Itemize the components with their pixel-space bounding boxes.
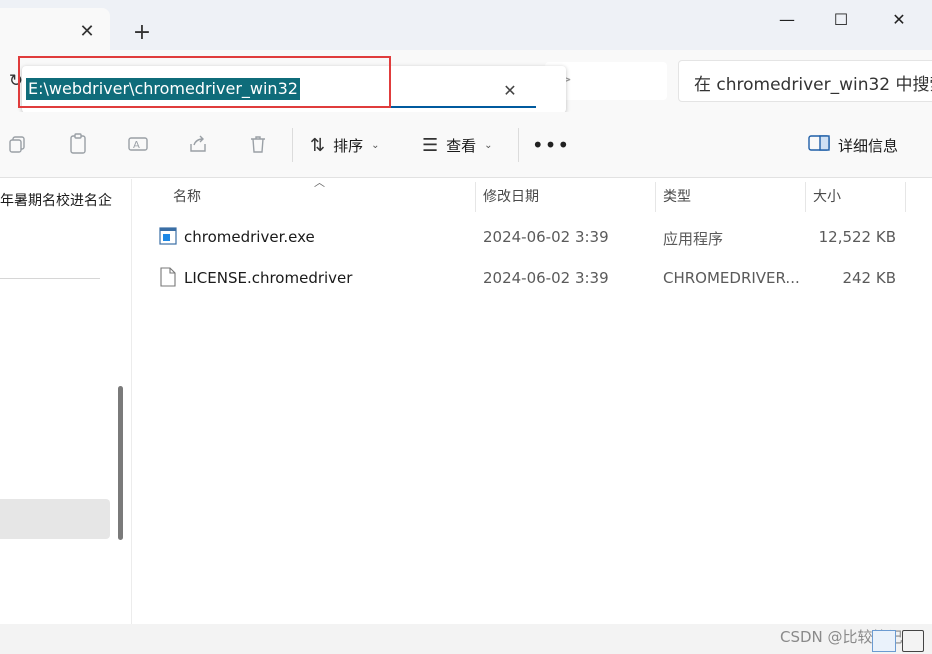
paste-icon[interactable] <box>66 132 90 156</box>
file-modified: 2024-06-02 3:39 <box>483 228 609 246</box>
file-name[interactable]: chromedriver.exe <box>184 228 315 246</box>
close-window-button[interactable]: ✕ <box>876 4 922 34</box>
column-separator[interactable] <box>805 182 806 212</box>
svg-text:A: A <box>133 140 140 151</box>
details-pane-icon <box>808 135 830 155</box>
rename-icon[interactable]: A <box>126 132 150 156</box>
pane-divider[interactable] <box>131 179 132 624</box>
document-icon <box>160 267 178 287</box>
column-header-type[interactable]: 类型 <box>663 186 691 206</box>
exe-icon <box>159 227 177 247</box>
nav-item-selected[interactable] <box>0 499 110 539</box>
details-view-toggle-icon[interactable] <box>872 630 896 652</box>
more-options-button[interactable]: ••• <box>532 132 569 158</box>
sort-indicator-icon: ︿ <box>314 176 325 189</box>
view-button[interactable]: ☰ 查看 ⌄ <box>422 132 493 158</box>
sort-icon: ⇅ <box>310 134 326 156</box>
nav-divider <box>0 278 100 279</box>
column-separator[interactable] <box>905 182 906 212</box>
column-separator[interactable] <box>655 182 656 212</box>
chevron-down-icon: ⌄ <box>484 139 493 151</box>
column-separator[interactable] <box>475 182 476 212</box>
address-input[interactable]: E:\webdriver\chromedriver_win32 <box>26 78 300 100</box>
file-type: 应用程序 <box>663 230 724 248</box>
toolbar-separator <box>518 128 519 162</box>
navigation-pane <box>0 179 131 624</box>
column-header-name[interactable]: 名称 <box>173 186 201 206</box>
tiles-view-toggle-icon[interactable] <box>902 630 924 652</box>
address-focus-underline <box>22 106 536 108</box>
minimize-button[interactable]: — <box>764 4 810 34</box>
file-name[interactable]: LICENSE.chromedriver <box>184 269 352 287</box>
tab-close-icon[interactable]: ✕ <box>74 18 100 44</box>
clear-address-icon[interactable]: ✕ <box>498 78 522 102</box>
delete-icon[interactable] <box>246 132 270 156</box>
maximize-button[interactable]: ☐ <box>818 4 864 34</box>
file-type: CHROMEDRIVER... <box>663 269 799 287</box>
nav-scrollbar[interactable] <box>118 386 123 540</box>
column-header-modified[interactable]: 修改日期 <box>483 186 539 206</box>
sort-label: 排序 <box>333 136 364 155</box>
nav-item[interactable]: 年暑期名校进名企 <box>0 190 118 210</box>
view-icon: ☰ <box>422 134 439 156</box>
file-modified: 2024-06-02 3:39 <box>483 269 609 287</box>
sort-button[interactable]: ⇅ 排序 ⌄ <box>310 132 380 158</box>
search-placeholder: 在 chromedriver_win32 中搜索 <box>694 75 932 95</box>
copy-icon[interactable] <box>6 132 30 156</box>
details-pane-label: 详细信息 <box>838 136 899 155</box>
file-size: 242 KB <box>842 269 896 287</box>
details-pane-button[interactable]: 详细信息 <box>808 132 898 158</box>
new-tab-button[interactable]: + <box>128 18 156 46</box>
column-header-size[interactable]: 大小 <box>813 186 841 206</box>
toolbar-separator <box>292 128 293 162</box>
file-size: 12,522 KB <box>818 228 896 246</box>
chevron-down-icon: ⌄ <box>371 139 380 151</box>
view-label: 查看 <box>446 136 477 155</box>
share-icon[interactable] <box>186 132 210 156</box>
